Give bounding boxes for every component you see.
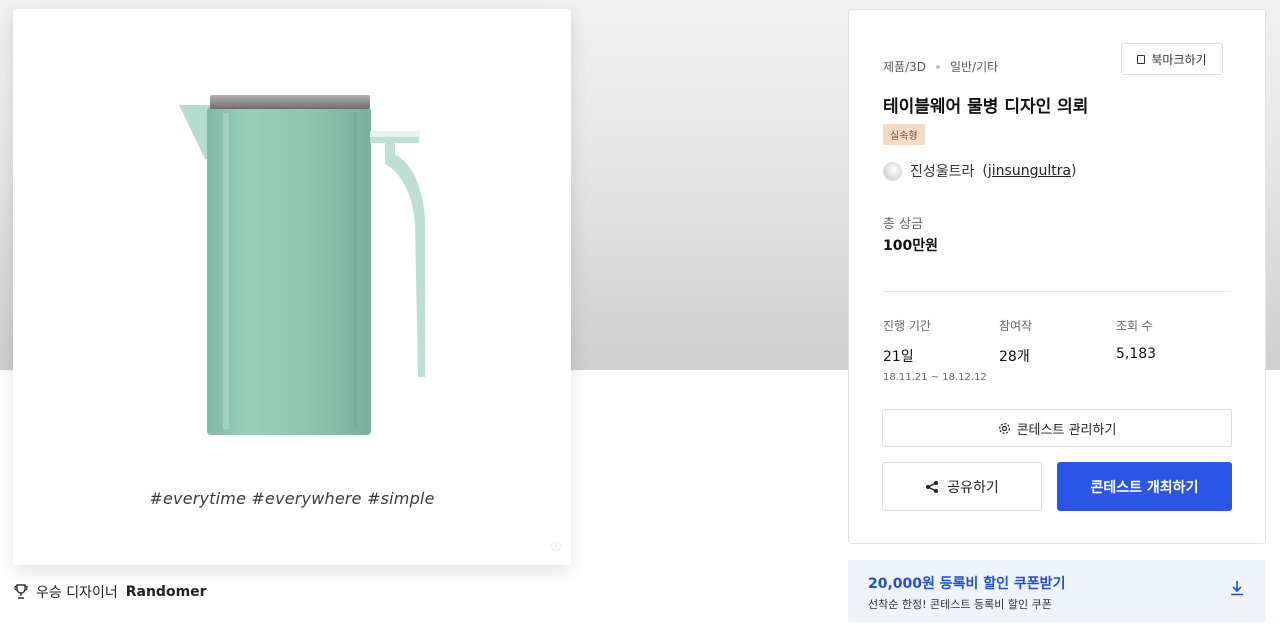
entries-label: 참여작 [999, 319, 1033, 333]
views-value: 5,183 [1116, 346, 1157, 362]
coupon-banner[interactable]: 20,000원 등록비 할인 쿠폰받기 선착순 한정! 콘테스트 등록비 할인 … [848, 560, 1266, 622]
contest-title: 테이블웨어 물병 디자인 의뢰 [883, 97, 1089, 117]
category-link[interactable]: 제품/3D [883, 58, 926, 75]
host-contest-button[interactable]: 콘테스트 개최하기 [1057, 462, 1232, 511]
trophy-icon [14, 584, 28, 599]
coupon-title: 20,000원 등록비 할인 쿠폰받기 [868, 576, 1066, 592]
manage-contest-label: 콘테스트 관리하기 [1016, 422, 1117, 438]
watermark-icon: ⓘ [551, 542, 561, 553]
breadcrumb: 제품/3D 일반/기타 [883, 58, 998, 75]
period-value: 21일 [883, 349, 914, 365]
entries-value: 28개 [999, 349, 1030, 365]
subcategory-link[interactable]: 일반/기타 [950, 58, 998, 75]
winner-label: 우승 디자이너 [36, 585, 118, 601]
artwork-image-card[interactable]: #everytime #everywhere #simple ⓘ [13, 9, 571, 565]
winner-designer: 우승 디자이너 Randomer [14, 582, 207, 602]
breadcrumb-separator [936, 64, 940, 69]
pitcher-body [207, 107, 371, 435]
share-label: 공유하기 [947, 479, 999, 496]
period-label: 진행 기간 [883, 319, 931, 333]
prize-label: 총 상금 [883, 217, 924, 232]
host-name: 진성울트라 [910, 164, 975, 180]
bookmark-icon [1137, 54, 1146, 64]
stat-period: 진행 기간 21일 18.11.21 ~ 18.12.12 [883, 317, 987, 383]
share-button[interactable]: 공유하기 [882, 462, 1042, 511]
pitcher-illustration [179, 95, 425, 435]
host-avatar [883, 161, 902, 181]
period-range: 18.11.21 ~ 18.12.12 [883, 372, 987, 383]
divider [883, 291, 1231, 292]
share-icon [926, 480, 939, 493]
host-handle-link[interactable]: jinsungultra [988, 163, 1071, 179]
host-info: 진성울트라 (jinsungultra) [883, 161, 1077, 181]
plan-badge: 실속형 [883, 124, 925, 145]
gear-icon [998, 422, 1010, 434]
prize-value: 100만원 [883, 238, 938, 254]
winner-name[interactable]: Randomer [126, 584, 207, 600]
artwork-hashtags: #everytime #everywhere #simple [149, 489, 435, 508]
bookmark-label: 북마크하기 [1151, 52, 1207, 67]
coupon-subtitle: 선착순 한정! 콘테스트 등록비 할인 쿠폰 [868, 598, 1052, 611]
pitcher-lid [210, 95, 370, 109]
stat-entries: 참여작 28개 [999, 317, 1032, 366]
contest-info-panel: 제품/3D 일반/기타 북마크하기 테이블웨어 물병 디자인 의뢰 실속형 진성… [848, 9, 1266, 544]
views-label: 조회 수 [1116, 319, 1153, 333]
bookmark-button[interactable]: 북마크하기 [1121, 43, 1223, 75]
stat-views: 조회 수 5,183 [1116, 317, 1156, 362]
download-icon[interactable] [1230, 580, 1244, 596]
manage-contest-button[interactable]: 콘테스트 관리하기 [882, 409, 1232, 447]
